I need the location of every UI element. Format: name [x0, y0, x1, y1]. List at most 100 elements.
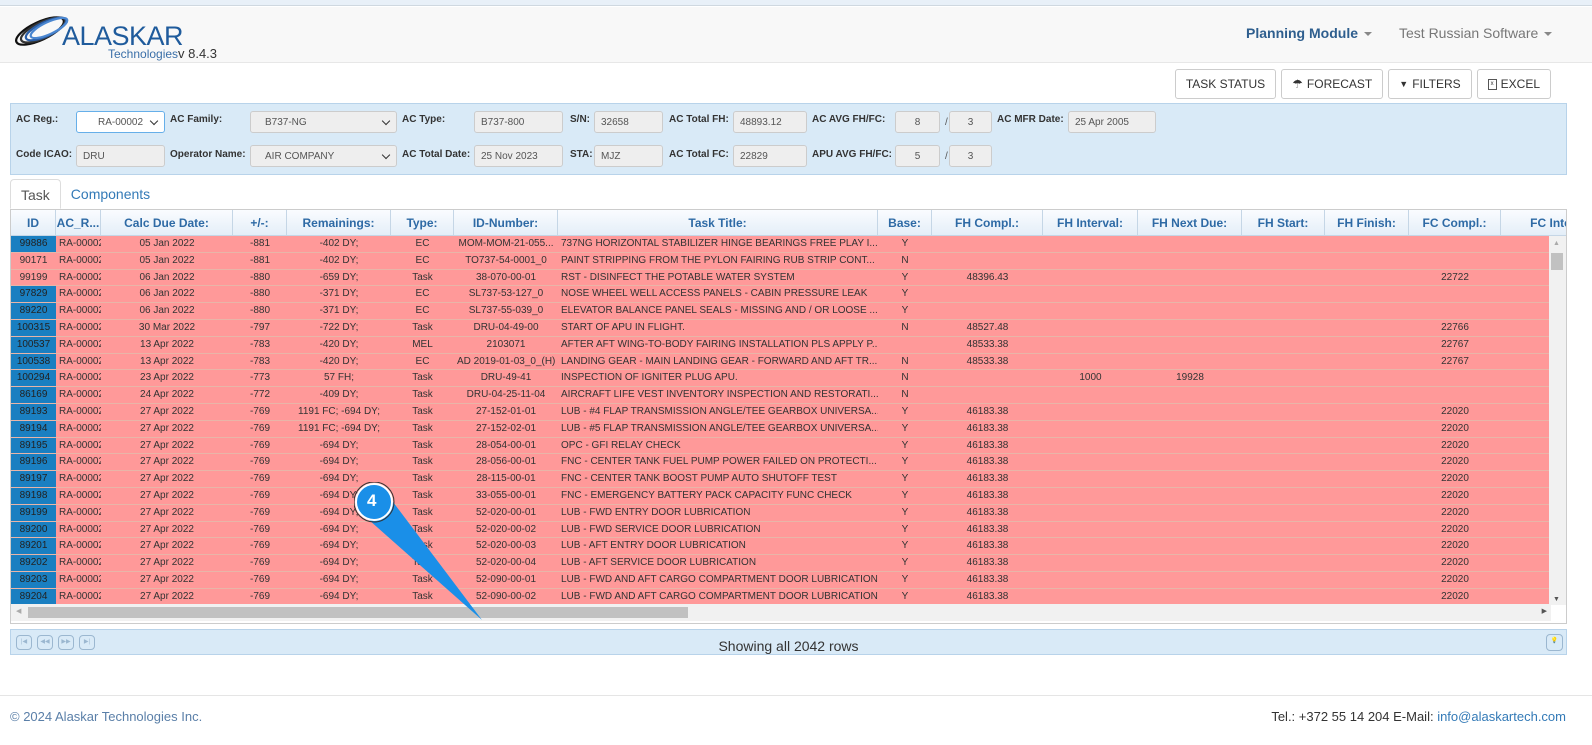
operator-select[interactable]: AIR COMPANY — [250, 145, 397, 167]
cell-6: 27-152-01-01 — [475, 405, 537, 417]
cell-10 — [1043, 572, 1138, 588]
scroll-thumb[interactable] — [1551, 253, 1563, 270]
step-callout: 4 — [353, 481, 494, 635]
table-row[interactable]: 89201RA-0000227 Apr 2022-769-694 DY;Task… — [11, 538, 1551, 556]
table-row[interactable]: 100538 RA-00002 13 Apr 2022 -783 -420 DY; EC A… — [11, 353, 1551, 371]
cell-3: -769 — [249, 506, 270, 518]
ac-type-label: AC Type: — [402, 114, 446, 125]
table-row[interactable]: 89194 RA-00002 27 Apr 2022 -769 1191 FC; -69… — [11, 420, 1551, 438]
table-row[interactable]: 89193 RA-00002 27 Apr 2022 -769 1191 FC; -69… — [11, 403, 1551, 421]
column-header[interactable]: Base: — [878, 210, 932, 235]
table-row[interactable]: 100537 RA-00002 13 Apr 2022 -783 -420 DY; MEL… — [11, 336, 1551, 354]
cell-3: -881 — [249, 238, 270, 249]
cell-2: 27 Apr 2022 — [140, 573, 194, 585]
column-header[interactable]: FH Compl.: — [932, 210, 1043, 235]
table-row[interactable]: 89199 RA-00002 27 Apr 2022 -769 -694 DY; Task… — [11, 504, 1551, 522]
column-header[interactable]: FH Interval: — [1043, 210, 1138, 235]
column-header[interactable]: Remainings: — [287, 210, 391, 235]
table-row[interactable]: 100315 RA-00002 30 Mar 2022 -797 -722 DY; Tas… — [11, 319, 1551, 337]
column-header[interactable]: ID-Number: — [454, 210, 558, 235]
cell-1: RA-00002 — [59, 238, 101, 249]
excel-file-icon: x — [1487, 78, 1497, 90]
table-row[interactable]: 89202RA-0000227 Apr 2022-769-694 DY;Task… — [11, 555, 1551, 572]
table-row[interactable]: 90171 RA-00002 05 Jan 2022 -881 -402 DY; EC TO… — [11, 252, 1551, 270]
table-row[interactable]: 97829 RA-00002 06 Jan 2022 -880 -371 DY; EC SL… — [11, 286, 1551, 304]
table-row[interactable]: 86169 RA-00002 24 Apr 2022 -772 -409 DY; Task… — [11, 387, 1551, 404]
scroll-left-icon[interactable]: ◀ — [16, 607, 21, 615]
table-row[interactable]: 99199 RA-00002 06 Jan 2022 -880 -659 DY; Task… — [11, 269, 1551, 287]
cell-13 — [1325, 589, 1409, 605]
cell-12 — [1242, 555, 1325, 571]
column-header[interactable]: Task Title: — [558, 210, 878, 235]
task-status-button[interactable]: TASK STATUS — [1174, 69, 1277, 99]
cell-12 — [1242, 505, 1325, 521]
table-row[interactable]: 89220 RA-00002 06 Jan 2022 -880 -371 DY; EC SL… — [11, 303, 1551, 320]
filters-button[interactable]: ▼ FILTERS — [1388, 69, 1472, 99]
scroll-right-icon[interactable]: ▶ — [1542, 607, 1547, 615]
cell-9: 46183.38 — [966, 590, 1009, 602]
cell-12 — [1242, 538, 1325, 554]
cell-0: 100537 — [11, 336, 56, 353]
column-header[interactable]: ID — [11, 210, 56, 235]
cell-14 — [1409, 370, 1501, 386]
cell-7: START OF APU IN FLIGHT. — [561, 321, 685, 333]
column-header[interactable]: AC_R... — [56, 210, 101, 235]
cell-11 — [1138, 337, 1242, 353]
cell-3: -769 — [249, 523, 270, 535]
separator: / — [945, 151, 948, 162]
user-menu[interactable]: Test Russian Software — [1399, 25, 1553, 41]
cell-15 — [1501, 320, 1551, 336]
cell-3: -769 — [249, 422, 270, 434]
cell-6: SL737-55-039_0 — [468, 305, 544, 317]
column-header[interactable]: FH Next Due: — [1138, 210, 1242, 235]
sn-label: S/N: — [570, 114, 590, 125]
table-row[interactable]: 89196 RA-00002 27 Apr 2022 -769 -694 DY; Task… — [11, 454, 1551, 472]
tab-components[interactable]: Components — [61, 179, 160, 209]
column-header[interactable]: FH Start: — [1242, 210, 1325, 235]
cell-5: Task — [412, 422, 433, 434]
table-row[interactable]: 89198 RA-00002 27 Apr 2022 -769 -694 DY; Task… — [11, 487, 1551, 505]
cell-15 — [1501, 337, 1551, 353]
lightbulb-icon[interactable]: 💡 — [1546, 634, 1563, 651]
cell-4: -694 DY; — [319, 439, 359, 451]
table-row[interactable]: 89203 RA-00002 27 Apr 2022 -769 -694 DY; Task… — [11, 571, 1551, 589]
cell-9: 46183.38 — [966, 573, 1009, 585]
column-header[interactable]: +/-: — [233, 210, 287, 235]
cell-8: Y — [901, 590, 909, 602]
cell-9: 48533.38 — [966, 338, 1009, 350]
cell-8: N — [901, 321, 909, 333]
table-row[interactable]: 89195 RA-00002 27 Apr 2022 -769 -694 DY; Task… — [11, 437, 1551, 455]
cell-7: LUB - FWD AND AFT CARGO COMPARTMENT DOOR… — [561, 573, 878, 585]
table-row[interactable]: 89197 RA-00002 27 Apr 2022 -769 -694 DY; Task… — [11, 471, 1551, 488]
cell-2: 27 Apr 2022 — [140, 506, 194, 518]
table-row[interactable]: 89204 RA-00002 27 Apr 2022 -769 -694 DY; Task… — [11, 588, 1551, 605]
ac-family-select[interactable]: B737-NG — [250, 111, 397, 133]
ac-reg-select[interactable]: RA-00002 — [76, 111, 165, 133]
forecast-button[interactable]: ☂ FORECAST — [1281, 69, 1384, 99]
cell-10 — [1043, 471, 1138, 487]
planning-module-menu[interactable]: Planning Module — [1246, 25, 1372, 41]
scroll-up-icon[interactable]: ▲ — [1553, 240, 1560, 247]
cell-9 — [932, 370, 1043, 386]
footer: © 2024 Alaskar Technologies Inc. Tel.: +… — [0, 695, 1592, 724]
excel-button[interactable]: x EXCEL — [1476, 69, 1551, 99]
tab-task[interactable]: Task — [10, 179, 61, 209]
cell-14: 22020 — [1441, 489, 1469, 501]
cell-8: N — [901, 254, 909, 266]
scroll-down-icon[interactable]: ▼ — [1553, 596, 1560, 603]
column-header[interactable]: FC Inte — [1501, 210, 1566, 235]
table-row[interactable]: 89200 RA-00002 27 Apr 2022 -769 -694 DY; Task… — [11, 521, 1551, 539]
table-row[interactable]: 99886 RA-00002 05 Jan 2022 -881 -402 DY; EC MO… — [11, 236, 1551, 253]
column-header[interactable]: FC Compl.: — [1409, 210, 1501, 235]
horizontal-scrollbar[interactable]: ◀ ▶ — [11, 604, 1551, 621]
table-row[interactable]: 100294 RA-00002 23 Apr 2022 -773 57 FH; Task D… — [11, 370, 1551, 388]
column-header[interactable]: Calc Due Date: — [101, 210, 233, 235]
column-header[interactable]: Type: — [391, 210, 454, 235]
filter-icon: ▼ — [1399, 79, 1409, 89]
column-header[interactable]: FH Finish: — [1325, 210, 1409, 235]
ac-reg-label: AC Reg.: — [16, 114, 59, 125]
cell-0: 89202 — [11, 555, 56, 571]
cell-12 — [1242, 404, 1325, 420]
vertical-scrollbar[interactable]: ▲ ▼ — [1549, 236, 1566, 605]
email-link[interactable]: info@alaskartech.com — [1437, 709, 1566, 724]
